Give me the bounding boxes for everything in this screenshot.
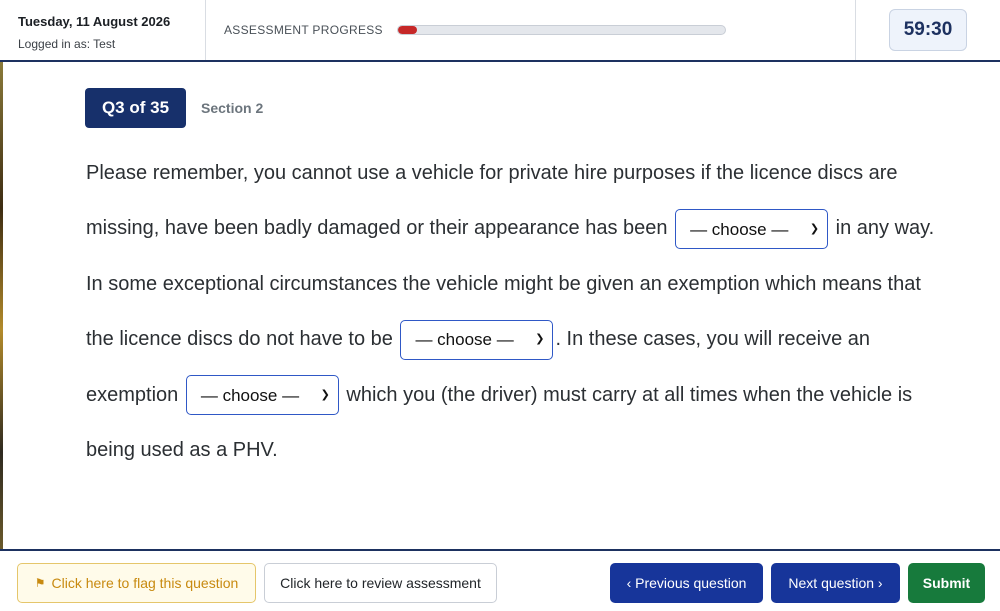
left-edge-strip [0, 62, 3, 550]
logged-in-user: Logged in as: Test [18, 37, 116, 51]
section-label: Section 2 [201, 100, 264, 116]
countdown-timer: 59:30 [889, 9, 967, 51]
current-date: Tuesday, 11 August 2026 [18, 14, 171, 29]
footer-bar: ⚑ Click here to flag this question Click… [0, 549, 1000, 611]
progress-bar [396, 25, 726, 35]
answer-select-1[interactable]: — choose — ❯ [675, 209, 829, 250]
answer-select-3[interactable]: — choose — ❯ [185, 375, 339, 416]
flag-icon: ⚑ [34, 576, 46, 590]
submit-button[interactable]: Submit [908, 563, 985, 603]
previous-question-button[interactable]: ‹ Previous question [610, 563, 763, 603]
timer-area: 59:30 [856, 0, 1000, 60]
chevron-down-icon: ❯ [535, 333, 545, 346]
review-assessment-button[interactable]: Click here to review assessment [264, 563, 497, 603]
chevron-down-icon: ❯ [809, 222, 820, 235]
top-bar: Tuesday, 11 August 2026 Logged in as: Te… [0, 0, 1000, 62]
next-question-button[interactable]: Next question › [771, 563, 900, 603]
chevron-down-icon: ❯ [320, 388, 330, 401]
assessment-progress: ASSESSMENT PROGRESS [206, 0, 856, 60]
flag-question-label: Click here to flag this question [51, 575, 239, 591]
session-info: Tuesday, 11 August 2026 Logged in as: Te… [0, 0, 206, 60]
flag-question-button[interactable]: ⚑ Click here to flag this question [17, 563, 256, 603]
progress-label: ASSESSMENT PROGRESS [224, 23, 383, 37]
question-passage: Please remember, you cannot use a vehicl… [86, 146, 936, 478]
progress-bar-fill [397, 26, 418, 34]
select-2-value: — choose — [415, 330, 514, 350]
select-1-value: — choose — [690, 219, 789, 239]
answer-select-2[interactable]: — choose — ❯ [400, 319, 554, 360]
question-number-badge: Q3 of 35 [85, 88, 186, 128]
select-3-value: — choose — [200, 385, 300, 405]
